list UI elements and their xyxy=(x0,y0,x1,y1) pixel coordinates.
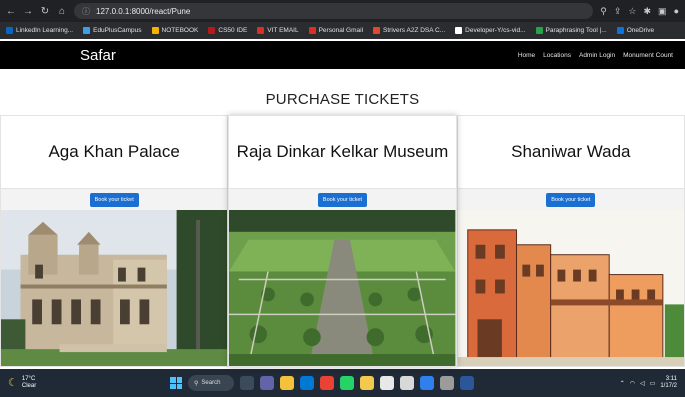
bookmark-item[interactable]: Developer-Y/cs-vid... xyxy=(455,27,526,34)
windows-start-icon[interactable] xyxy=(170,377,182,389)
task-view-icon[interactable] xyxy=(240,376,254,390)
bookmark-item[interactable]: OneDrive xyxy=(616,27,655,34)
home-icon[interactable]: ⌂ xyxy=(57,6,67,17)
bookmark-favicon-icon xyxy=(257,27,265,34)
brand-logo[interactable]: Safar xyxy=(80,47,116,64)
teams-icon[interactable] xyxy=(260,376,274,390)
reload-icon[interactable]: ↻ xyxy=(40,6,50,17)
bookmark-favicon-icon xyxy=(83,27,91,34)
nav-link-admin-login[interactable]: Admin Login xyxy=(579,52,615,59)
bookmark-item[interactable]: EduPlusCampus xyxy=(83,27,142,34)
nav-link-monument-count[interactable]: Monument Count xyxy=(623,52,673,59)
bookmark-favicon-icon xyxy=(616,27,624,34)
whatsapp-icon[interactable] xyxy=(340,376,354,390)
bookmark-favicon-icon xyxy=(151,27,159,34)
bookmark-label: Strivers A2Z DSA C... xyxy=(383,27,446,34)
card-title: Shaniwar Wada xyxy=(511,142,631,161)
book-ticket-button[interactable]: Book your ticket xyxy=(546,192,596,207)
chrome-active-icon[interactable] xyxy=(400,376,414,390)
card-shaniwar-wada: Shaniwar Wada Book your ticket xyxy=(456,115,685,367)
sidepanel-icon[interactable]: ▣ xyxy=(658,6,667,17)
bookmark-label: OneDrive xyxy=(626,27,655,34)
bookmark-item[interactable]: LinkedIn Learning... xyxy=(6,27,73,34)
bookmark-favicon-icon xyxy=(535,27,543,34)
forward-icon[interactable]: → xyxy=(23,6,33,17)
word-icon[interactable] xyxy=(460,376,474,390)
nav-link-home[interactable]: Home xyxy=(518,52,535,59)
bookmark-item[interactable]: Paraphrasing Tool |... xyxy=(535,27,607,34)
wifi-icon[interactable]: ◠ xyxy=(630,380,635,387)
bookmark-label: Personal Gmail xyxy=(318,27,364,34)
bookmark-label: NOTEBOOK xyxy=(161,27,199,34)
bookmark-favicon-icon xyxy=(208,27,216,34)
bookmark-label: CS50 IDE xyxy=(218,27,248,34)
bookmark-label: Developer-Y/cs-vid... xyxy=(465,27,526,34)
bookmark-item[interactable]: Strivers A2Z DSA C... xyxy=(373,27,445,34)
bookmark-favicon-icon xyxy=(373,27,381,34)
star-icon[interactable]: ☆ xyxy=(628,6,636,17)
notion-icon[interactable] xyxy=(380,376,394,390)
card-title: Aga Khan Palace xyxy=(48,142,180,161)
extensions-icon[interactable]: ✱ xyxy=(644,6,652,17)
info-icon[interactable]: ⓘ xyxy=(82,6,90,17)
sketch-image xyxy=(457,210,684,366)
snipping-tool-icon[interactable] xyxy=(440,376,454,390)
address-bar[interactable]: ⓘ 127.0.0.1:8000/react/Pune xyxy=(74,3,594,19)
card-aga-khan-palace: Aga Khan Palace Book your ticket xyxy=(0,115,229,367)
bookmark-label: VIT EMAIL xyxy=(267,27,299,34)
windows-taskbar: ☾ 17°C Clear ⚲ Search ⌃ ◠ ◁ ▭ 3:11 1/17/2 xyxy=(0,369,685,397)
system-tray[interactable]: ⌃ ◠ ◁ ▭ 3:11 1/17/2 xyxy=(620,376,677,390)
moon-icon: ☾ xyxy=(8,376,18,389)
card-title: Raja Dinkar Kelkar Museum xyxy=(236,142,449,161)
zoom-icon[interactable]: ⚲ xyxy=(600,6,607,17)
search-icon: ⚲ xyxy=(194,380,199,387)
temperature: 17°C xyxy=(21,376,36,382)
garden-image xyxy=(229,210,456,366)
bookmark-label: Paraphrasing Tool |... xyxy=(545,27,607,34)
card-raja-dinkar-kelkar-museum: Raja Dinkar Kelkar Museum Book your tick… xyxy=(228,115,457,367)
clock-date: 1/17/2 xyxy=(660,383,677,389)
bookmark-favicon-icon xyxy=(455,27,463,34)
taskbar-search[interactable]: ⚲ Search xyxy=(188,375,234,391)
bookmarks-bar: LinkedIn Learning... EduPlusCampus NOTEBOO… xyxy=(0,22,685,39)
site-navbar: Safar Home Locations Admin Login Monumen… xyxy=(0,41,685,69)
bookmark-item[interactable]: VIT EMAIL xyxy=(257,27,299,34)
file-explorer-icon[interactable] xyxy=(280,376,294,390)
clock-time: 3:11 xyxy=(665,376,677,382)
nav-link-locations[interactable]: Locations xyxy=(543,52,571,59)
weather-widget[interactable]: ☾ 17°C Clear xyxy=(8,376,36,390)
palace-image xyxy=(1,210,228,366)
url-text: 127.0.0.1:8000/react/Pune xyxy=(96,6,191,16)
chrome-icon[interactable] xyxy=(320,376,334,390)
back-icon[interactable]: ← xyxy=(6,6,16,17)
share-icon[interactable]: ⇪ xyxy=(614,6,622,17)
bookmark-label: LinkedIn Learning... xyxy=(16,27,74,34)
book-ticket-button[interactable]: Book your ticket xyxy=(89,192,139,207)
sticky-notes-icon[interactable] xyxy=(360,376,374,390)
ticket-cards: Aga Khan Palace Book your ticket Raja Di… xyxy=(0,115,685,367)
browser-toolbar: ← → ↻ ⌂ ⓘ 127.0.0.1:8000/react/Pune ⚲ ⇪ … xyxy=(0,0,685,22)
volume-icon[interactable]: ◁ xyxy=(640,380,645,387)
chevron-up-icon[interactable]: ⌃ xyxy=(620,380,625,387)
book-ticket-button[interactable]: Book your ticket xyxy=(317,192,368,207)
bookmark-item[interactable]: Personal Gmail xyxy=(308,27,364,34)
weather-condition: Clear xyxy=(21,383,37,389)
edge-icon[interactable] xyxy=(300,376,314,390)
vscode-icon[interactable] xyxy=(420,376,434,390)
page-title: PURCHASE TICKETS xyxy=(265,91,420,108)
bookmark-favicon-icon xyxy=(6,27,13,34)
search-label: Search xyxy=(201,380,221,386)
bookmark-favicon-icon xyxy=(308,27,316,34)
profile-icon[interactable]: ● xyxy=(674,6,679,17)
bookmark-label: EduPlusCampus xyxy=(93,27,142,34)
bookmark-item[interactable]: NOTEBOOK xyxy=(151,27,199,34)
bookmark-item[interactable]: CS50 IDE xyxy=(208,27,247,34)
battery-icon[interactable]: ▭ xyxy=(650,380,656,387)
